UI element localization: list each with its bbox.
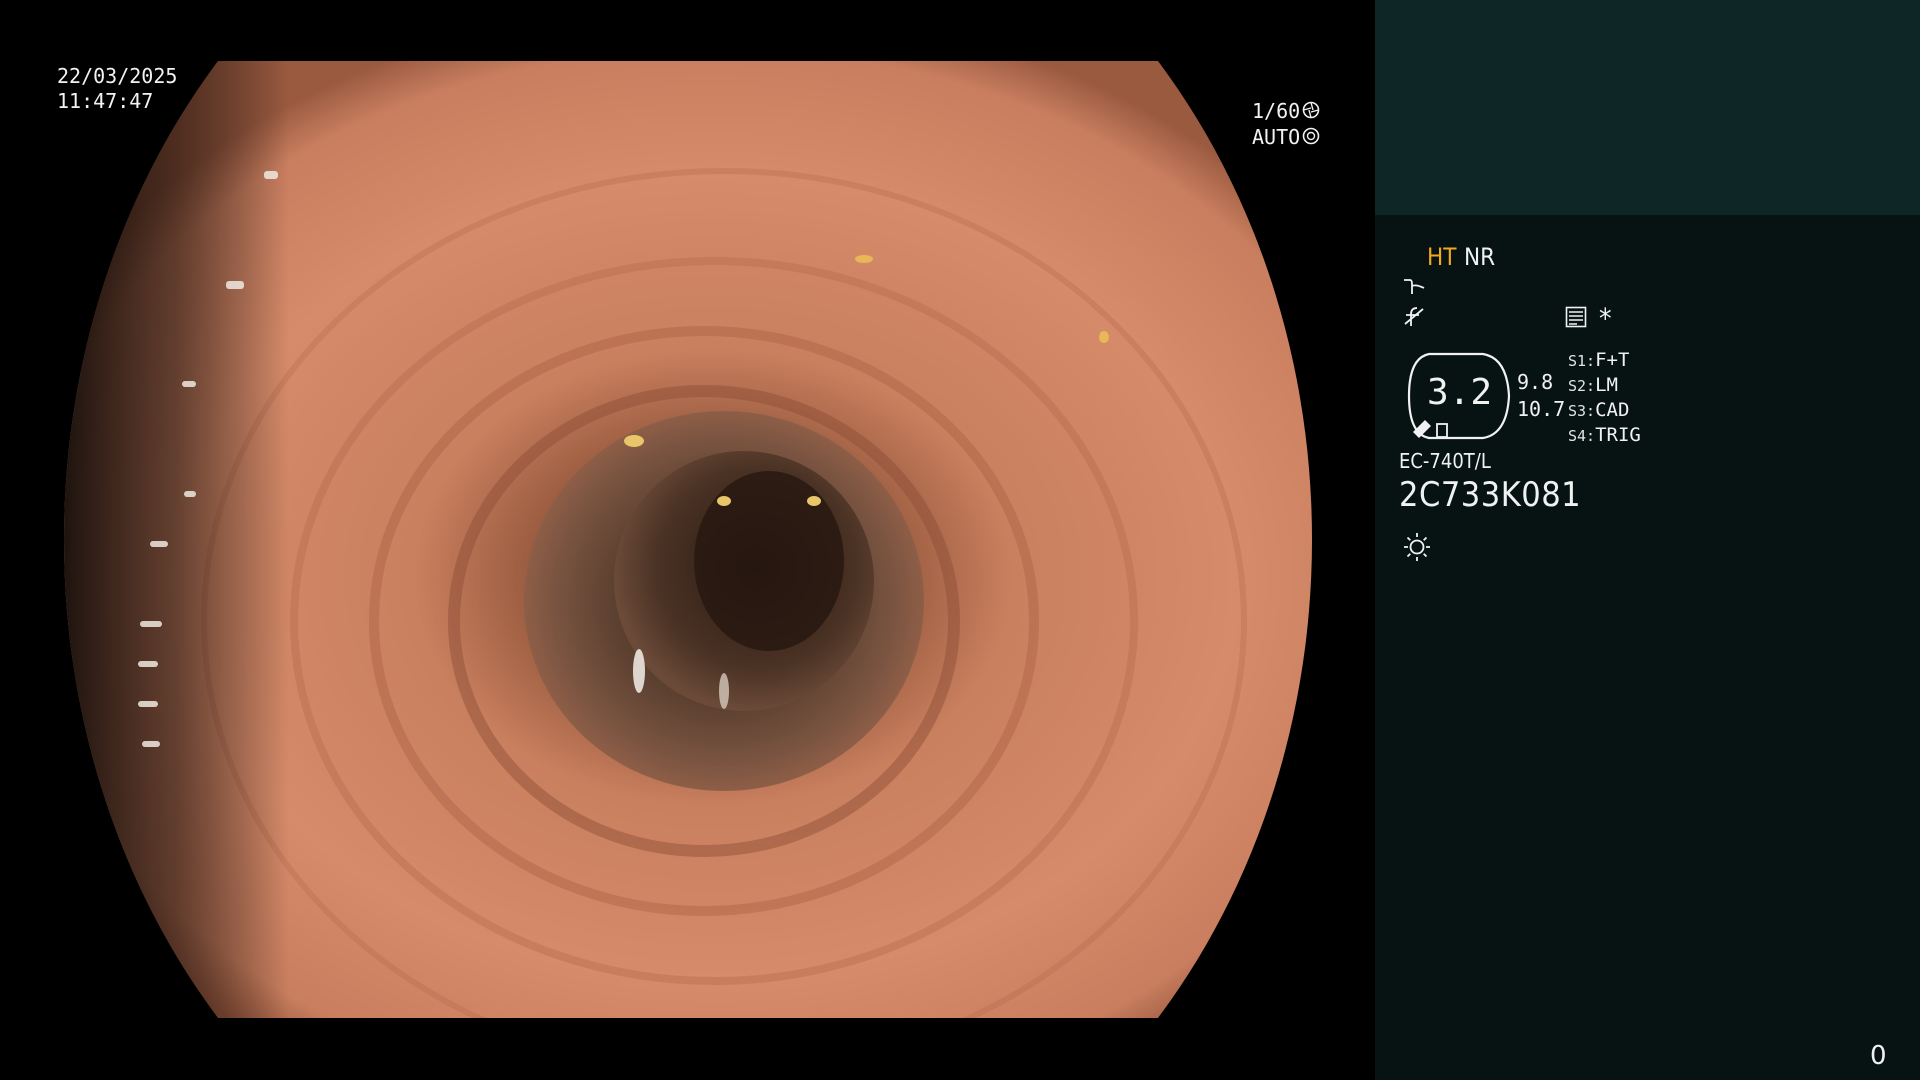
switch-s2: S2:LM [1568, 374, 1618, 396]
frame-counter: 0 [1870, 1041, 1887, 1071]
iris-mode-text: AUTO [1252, 125, 1301, 149]
f-not-icon [1402, 305, 1426, 333]
iris-row: AUTO [1252, 125, 1320, 151]
scope-model: EC-740T/L [1399, 449, 1491, 473]
ht-indicator: HT [1427, 243, 1457, 271]
endoscope-view: 22/03/2025 11:47:47 1/60 AUTO [0, 0, 1375, 1080]
endoscopy-screen: 22/03/2025 11:47:47 1/60 AUTO HT NR * 3.… [0, 0, 1920, 1080]
shutter-icon [1302, 100, 1320, 125]
iris-icon [1302, 126, 1320, 151]
list-icon [1565, 306, 1587, 332]
datetime-readout: 22/03/2025 11:47:47 [57, 64, 177, 114]
scope-serial: 2C733K081 [1399, 475, 1582, 515]
curve-icon [1402, 276, 1426, 300]
endoscope-image [64, 61, 1312, 1018]
switch-s3: S3:CAD [1568, 399, 1630, 421]
light-icon [1401, 530, 1433, 566]
zoom-value: 3.2 [1427, 372, 1493, 413]
switch-s4: S4:TRIG [1568, 424, 1641, 446]
side-value-b: 10.7 [1517, 397, 1566, 421]
shutter-text: 1/60 [1252, 99, 1301, 123]
side-value-a: 9.8 [1517, 370, 1554, 394]
asterisk-indicator: * [1599, 302, 1612, 335]
info-panel: HT NR * 3.2 9.8 10.7 S1:F+T S2:LM S3:CAD… [1375, 0, 1920, 1080]
switch-s1: S1:F+T [1568, 349, 1630, 371]
date-text: 22/03/2025 [57, 64, 178, 88]
nr-indicator: NR [1464, 243, 1496, 271]
patient-info-area [1375, 0, 1920, 215]
shutter-row: 1/60 [1252, 99, 1320, 125]
time-text: 11:47:47 [57, 89, 154, 113]
exposure-readout: 1/60 AUTO [1252, 99, 1320, 151]
